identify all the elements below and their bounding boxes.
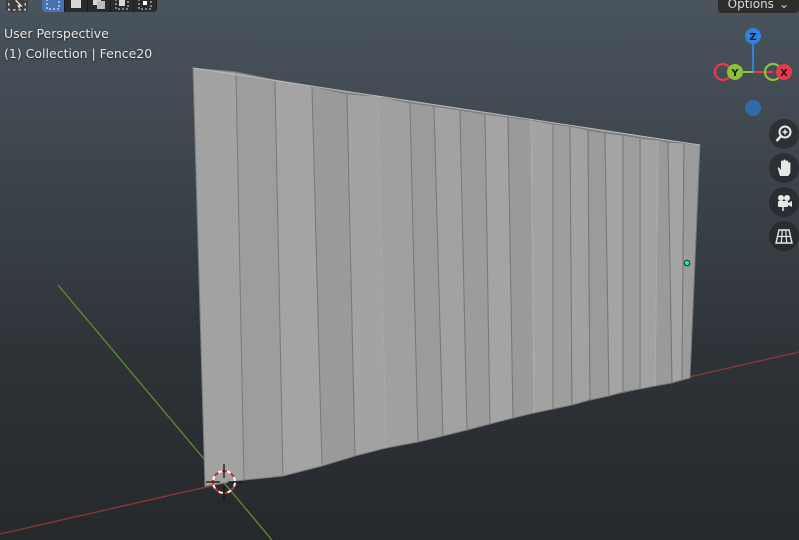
svg-text:X: X xyxy=(780,68,788,79)
fence-plank xyxy=(552,123,573,410)
navigation-gizmo[interactable]: X Y Z xyxy=(713,28,792,116)
svg-text:Z: Z xyxy=(749,32,756,43)
pan-button[interactable] xyxy=(769,153,799,183)
mode-extend-button[interactable] xyxy=(88,0,111,12)
active-tool-button[interactable] xyxy=(6,0,28,12)
mode-new-button[interactable] xyxy=(65,0,88,12)
collection-info-label: (1) Collection | Fence20 xyxy=(4,46,153,61)
camera-view-button[interactable] xyxy=(769,187,799,217)
fence-plank xyxy=(507,116,535,419)
3d-viewport[interactable]: X Y Z xyxy=(0,0,799,540)
gizmo-neg-z xyxy=(745,100,761,116)
select-box-button[interactable] xyxy=(42,0,65,12)
options-label: Options xyxy=(727,0,774,11)
ortho-grid-icon xyxy=(775,229,793,244)
cursor-tool-icon xyxy=(8,0,26,11)
mode-intersect-button[interactable] xyxy=(134,0,157,12)
chevron-down-icon: ⌄ xyxy=(778,0,789,11)
select-box-icon xyxy=(46,0,60,10)
mode-subtract-button[interactable] xyxy=(111,0,134,12)
mode-intersect-icon xyxy=(138,0,152,10)
ortho-toggle-button[interactable] xyxy=(769,221,799,251)
fence-plank xyxy=(192,67,245,487)
selection-mode-group xyxy=(42,0,157,12)
view-name-label: User Perspective xyxy=(4,26,109,41)
options-dropdown[interactable]: Options ⌄ xyxy=(717,0,799,13)
pan-hand-icon xyxy=(777,159,791,176)
mode-subtract-icon xyxy=(115,0,129,10)
fence-plank xyxy=(622,134,641,393)
zoom-button[interactable] xyxy=(769,119,799,149)
mode-new-icon xyxy=(71,0,81,8)
camera-icon xyxy=(778,195,792,211)
zoom-icon xyxy=(775,125,792,142)
svg-text:Y: Y xyxy=(730,68,739,79)
fence-plank xyxy=(530,119,554,414)
object-origin-dot xyxy=(683,259,691,267)
mode-extend-icon xyxy=(93,0,105,9)
fence-plank xyxy=(569,125,591,406)
fence-object[interactable] xyxy=(192,67,701,487)
